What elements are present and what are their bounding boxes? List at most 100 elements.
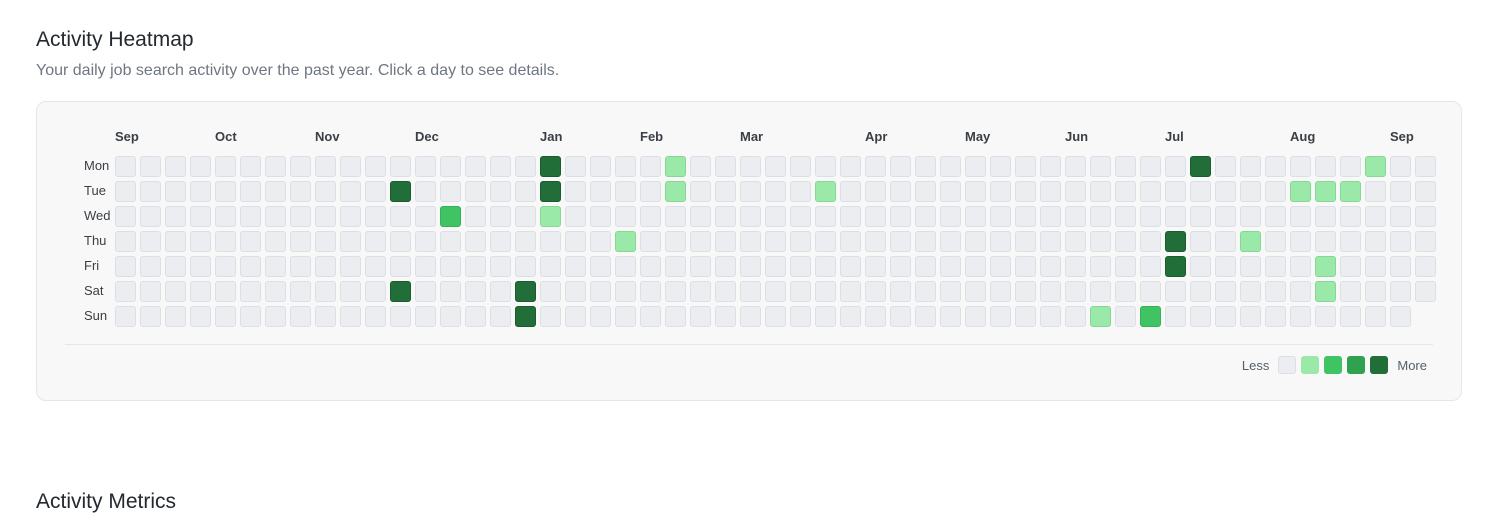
heatmap-day-cell[interactable] (140, 156, 161, 177)
heatmap-day-cell[interactable] (1015, 231, 1036, 252)
heatmap-day-cell[interactable] (915, 206, 936, 227)
heatmap-day-cell[interactable] (265, 156, 286, 177)
heatmap-day-cell[interactable] (915, 256, 936, 277)
heatmap-day-cell[interactable] (1165, 256, 1186, 277)
heatmap-day-cell[interactable] (315, 256, 336, 277)
heatmap-day-cell[interactable] (615, 206, 636, 227)
heatmap-day-cell[interactable] (1365, 281, 1386, 302)
heatmap-day-cell[interactable] (1015, 181, 1036, 202)
heatmap-day-cell[interactable] (1165, 281, 1186, 302)
heatmap-day-cell[interactable] (1190, 281, 1211, 302)
heatmap-day-cell[interactable] (215, 306, 236, 327)
heatmap-day-cell[interactable] (740, 306, 761, 327)
heatmap-day-cell[interactable] (715, 231, 736, 252)
heatmap-day-cell[interactable] (1065, 231, 1086, 252)
heatmap-day-cell[interactable] (990, 156, 1011, 177)
heatmap-day-cell[interactable] (890, 256, 911, 277)
heatmap-day-cell[interactable] (915, 281, 936, 302)
heatmap-day-cell[interactable] (665, 181, 686, 202)
heatmap-day-cell[interactable] (665, 256, 686, 277)
heatmap-day-cell[interactable] (1190, 181, 1211, 202)
heatmap-day-cell[interactable] (590, 156, 611, 177)
heatmap-day-cell[interactable] (865, 256, 886, 277)
heatmap-day-cell[interactable] (690, 231, 711, 252)
heatmap-day-cell[interactable] (1240, 181, 1261, 202)
heatmap-day-cell[interactable] (1265, 231, 1286, 252)
heatmap-day-cell[interactable] (190, 231, 211, 252)
heatmap-day-cell[interactable] (390, 156, 411, 177)
heatmap-day-cell[interactable] (1390, 281, 1411, 302)
heatmap-day-cell[interactable] (1390, 256, 1411, 277)
heatmap-day-cell[interactable] (790, 256, 811, 277)
heatmap-day-cell[interactable] (690, 181, 711, 202)
heatmap-day-cell[interactable] (1315, 181, 1336, 202)
heatmap-day-cell[interactable] (790, 281, 811, 302)
heatmap-day-cell[interactable] (640, 206, 661, 227)
heatmap-day-cell[interactable] (540, 231, 561, 252)
heatmap-day-cell[interactable] (1340, 206, 1361, 227)
heatmap-day-cell[interactable] (1315, 206, 1336, 227)
heatmap-day-cell[interactable] (1040, 281, 1061, 302)
heatmap-day-cell[interactable] (765, 256, 786, 277)
heatmap-day-cell[interactable] (740, 181, 761, 202)
heatmap-day-cell[interactable] (565, 181, 586, 202)
heatmap-day-cell[interactable] (315, 206, 336, 227)
heatmap-day-cell[interactable] (1140, 306, 1161, 327)
heatmap-day-cell[interactable] (1140, 181, 1161, 202)
heatmap-day-cell[interactable] (840, 206, 861, 227)
heatmap-day-cell[interactable] (715, 256, 736, 277)
heatmap-day-cell[interactable] (1290, 206, 1311, 227)
heatmap-day-cell[interactable] (865, 306, 886, 327)
heatmap-day-cell[interactable] (990, 181, 1011, 202)
heatmap-day-cell[interactable] (415, 256, 436, 277)
heatmap-day-cell[interactable] (440, 181, 461, 202)
heatmap-day-cell[interactable] (840, 281, 861, 302)
heatmap-day-cell[interactable] (1340, 181, 1361, 202)
heatmap-day-cell[interactable] (415, 206, 436, 227)
heatmap-day-cell[interactable] (615, 306, 636, 327)
heatmap-day-cell[interactable] (715, 181, 736, 202)
heatmap-day-cell[interactable] (365, 231, 386, 252)
heatmap-day-cell[interactable] (965, 206, 986, 227)
heatmap-day-cell[interactable] (190, 306, 211, 327)
heatmap-day-cell[interactable] (1315, 281, 1336, 302)
heatmap-day-cell[interactable] (340, 156, 361, 177)
heatmap-day-cell[interactable] (465, 206, 486, 227)
heatmap-day-cell[interactable] (540, 181, 561, 202)
heatmap-day-cell[interactable] (1040, 306, 1061, 327)
heatmap-day-cell[interactable] (240, 181, 261, 202)
heatmap-day-cell[interactable] (340, 206, 361, 227)
heatmap-day-cell[interactable] (540, 281, 561, 302)
heatmap-day-cell[interactable] (690, 281, 711, 302)
heatmap-day-cell[interactable] (615, 231, 636, 252)
heatmap-day-cell[interactable] (815, 231, 836, 252)
heatmap-day-cell[interactable] (115, 181, 136, 202)
heatmap-day-cell[interactable] (465, 181, 486, 202)
heatmap-day-cell[interactable] (1340, 256, 1361, 277)
heatmap-day-cell[interactable] (315, 306, 336, 327)
heatmap-day-cell[interactable] (340, 181, 361, 202)
heatmap-day-cell[interactable] (265, 306, 286, 327)
heatmap-day-cell[interactable] (1165, 231, 1186, 252)
heatmap-day-cell[interactable] (915, 231, 936, 252)
heatmap-day-cell[interactable] (1290, 231, 1311, 252)
heatmap-day-cell[interactable] (440, 306, 461, 327)
heatmap-day-cell[interactable] (940, 256, 961, 277)
heatmap-day-cell[interactable] (190, 181, 211, 202)
heatmap-day-cell[interactable] (1015, 306, 1036, 327)
heatmap-day-cell[interactable] (540, 156, 561, 177)
heatmap-day-cell[interactable] (615, 156, 636, 177)
heatmap-day-cell[interactable] (640, 281, 661, 302)
heatmap-day-cell[interactable] (1115, 231, 1136, 252)
heatmap-day-cell[interactable] (115, 281, 136, 302)
heatmap-day-cell[interactable] (240, 231, 261, 252)
heatmap-day-cell[interactable] (1240, 306, 1261, 327)
heatmap-day-cell[interactable] (790, 306, 811, 327)
heatmap-day-cell[interactable] (540, 206, 561, 227)
heatmap-day-cell[interactable] (190, 156, 211, 177)
heatmap-day-cell[interactable] (315, 156, 336, 177)
heatmap-day-cell[interactable] (740, 206, 761, 227)
heatmap-day-cell[interactable] (490, 156, 511, 177)
heatmap-day-cell[interactable] (1190, 206, 1211, 227)
heatmap-day-cell[interactable] (865, 206, 886, 227)
